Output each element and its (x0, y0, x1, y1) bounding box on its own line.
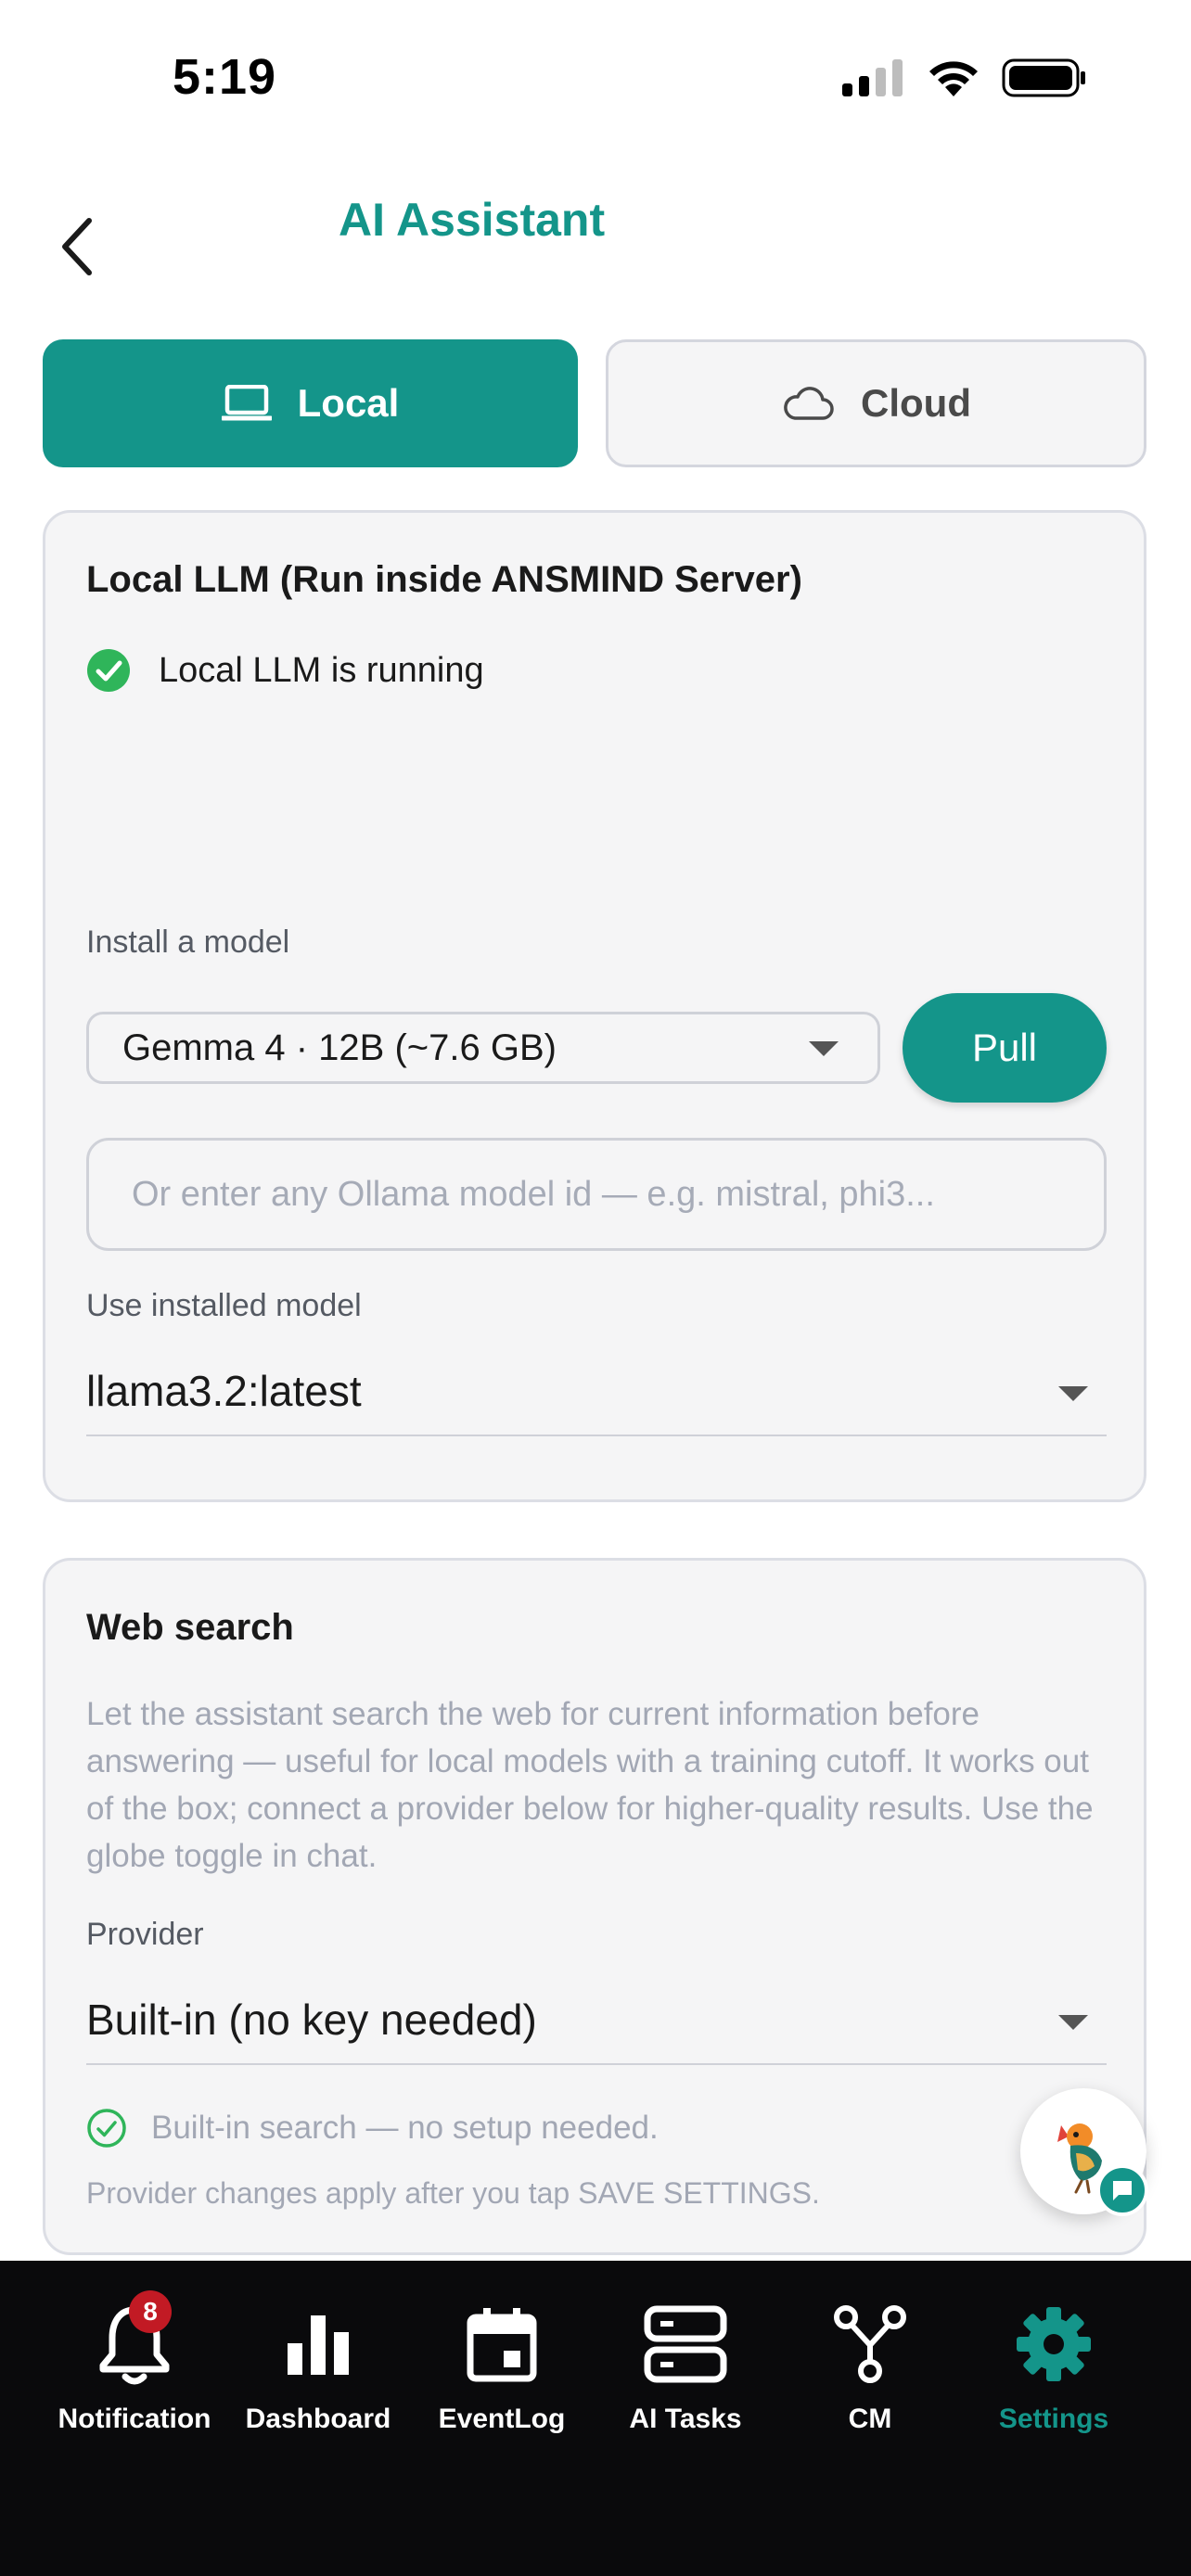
calendar-icon (459, 2302, 544, 2387)
nav-item-cm[interactable]: CM (777, 2302, 963, 2435)
status-time: 5:19 (173, 49, 277, 105)
nav-label: AI Tasks (629, 2404, 742, 2434)
back-button[interactable] (46, 210, 106, 284)
tab-local-label: Local (297, 381, 400, 425)
nav-item-dashboard[interactable]: Dashboard (225, 2302, 411, 2435)
laptop-icon (221, 385, 272, 421)
provider-changes-note: Provider changes apply after you tap SAV… (86, 2176, 820, 2210)
local-llm-status-text: Local LLM is running (159, 650, 484, 690)
installed-model-select[interactable]: llama3.2:latest (86, 1347, 1107, 1436)
builtin-search-text: Built-in search — no setup needed. (151, 2110, 659, 2146)
bottom-nav: 8 Notification Dashboard EventLog AI Tas… (0, 2261, 1191, 2576)
install-model-value: Gemma 4 · 12B (~7.6 GB) (122, 1027, 557, 1068)
model-id-input[interactable] (86, 1138, 1107, 1251)
installed-model-label: Use installed model (86, 1288, 362, 1323)
battery-icon (1002, 58, 1085, 97)
bell-icon: 8 (92, 2290, 177, 2387)
nav-item-notification[interactable]: 8 Notification (42, 2290, 227, 2435)
provider-select[interactable]: Built-in (no key needed) (86, 1976, 1107, 2065)
mode-tabs: Local Cloud (43, 339, 1146, 467)
nav-item-ai-tasks[interactable]: AI Tasks (593, 2302, 778, 2435)
local-llm-status: Local LLM is running (86, 648, 484, 693)
cloud-icon (784, 387, 834, 420)
provider-label: Provider (86, 1917, 204, 1952)
server-icon (643, 2302, 728, 2387)
branch-icon (827, 2302, 913, 2387)
check-circle-icon (87, 649, 130, 692)
notification-badge: 8 (129, 2290, 172, 2333)
tab-cloud[interactable]: Cloud (606, 339, 1146, 467)
dropdown-arrow-icon (1058, 1386, 1088, 1401)
web-search-card: Web search Let the assistant search the … (43, 1558, 1146, 2255)
cellular-signal-icon (842, 59, 903, 96)
installed-model-value: llama3.2:latest (86, 1367, 362, 1415)
chat-bubble-icon (1096, 2164, 1148, 2216)
web-search-title: Web search (86, 1607, 294, 1648)
assistant-chat-button[interactable] (1020, 2088, 1148, 2216)
nav-item-settings[interactable]: Settings (961, 2302, 1146, 2435)
status-bar: 5:19 (0, 0, 1191, 158)
nav-item-eventlog[interactable]: EventLog (409, 2302, 595, 2435)
status-icons (842, 57, 1087, 98)
tab-local[interactable]: Local (43, 339, 578, 467)
bar-chart-icon (275, 2302, 361, 2387)
header: AI Assistant (0, 158, 1191, 297)
nav-label: EventLog (438, 2404, 566, 2434)
check-circle-outline-icon (87, 2109, 126, 2148)
dropdown-arrow-icon (1058, 2015, 1088, 2030)
wifi-icon (929, 61, 978, 96)
tab-cloud-label: Cloud (861, 381, 971, 425)
page-title: AI Assistant (339, 194, 606, 246)
nav-label: Settings (998, 2404, 1109, 2434)
install-model-label: Install a model (86, 925, 290, 960)
local-llm-title: Local LLM (Run inside ANSMIND Server) (86, 559, 802, 600)
chevron-left-icon (62, 218, 92, 275)
install-model-select[interactable]: Gemma 4 · 12B (~7.6 GB) (86, 1012, 880, 1084)
dropdown-arrow-icon (809, 1041, 839, 1056)
pull-button[interactable]: Pull (903, 993, 1107, 1103)
local-llm-card: Local LLM (Run inside ANSMIND Server) Lo… (43, 510, 1146, 1502)
web-search-description: Let the assistant search the web for cur… (86, 1696, 1094, 1874)
gear-icon (1011, 2302, 1096, 2387)
builtin-search-status: Built-in search — no setup needed. (86, 2108, 659, 2149)
nav-label: Notification (58, 2404, 211, 2434)
nav-label: CM (848, 2404, 892, 2434)
provider-value: Built-in (no key needed) (86, 1996, 537, 2044)
nav-label: Dashboard (245, 2404, 391, 2434)
